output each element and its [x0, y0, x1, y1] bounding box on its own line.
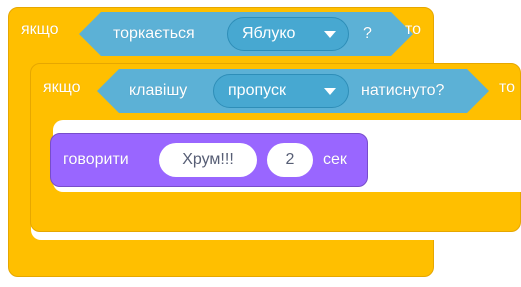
say-for-secs-block[interactable]: говорити Хрум!!! 2 сек: [50, 133, 368, 187]
seconds-unit-label: сек: [323, 151, 347, 168]
outer-then-label: то: [405, 21, 422, 38]
key-value: пропуск: [228, 82, 286, 99]
touching-label: торкається: [113, 25, 195, 42]
touching-question-mark: ?: [363, 25, 372, 42]
chevron-down-icon: [324, 88, 336, 95]
key-dropdown[interactable]: пропуск: [213, 74, 349, 108]
touching-condition-block[interactable]: торкається Яблуко ?: [79, 12, 413, 56]
chevron-down-icon: [324, 31, 336, 38]
key-pressed-condition-block[interactable]: клавішу пропуск натиснуто?: [97, 69, 489, 113]
key-label: клавішу: [129, 82, 188, 99]
inner-if-label: якщо: [43, 79, 81, 96]
say-seconds-input[interactable]: 2: [267, 143, 313, 177]
touching-object-value: Яблуко: [242, 25, 296, 42]
say-label: говорити: [63, 151, 129, 168]
outer-if-label: якщо: [21, 21, 59, 38]
pressed-label: натиснуто?: [361, 82, 445, 99]
inner-then-label: то: [499, 79, 516, 96]
say-message-input[interactable]: Хрум!!!: [159, 143, 257, 177]
touching-object-dropdown[interactable]: Яблуко: [227, 17, 349, 51]
